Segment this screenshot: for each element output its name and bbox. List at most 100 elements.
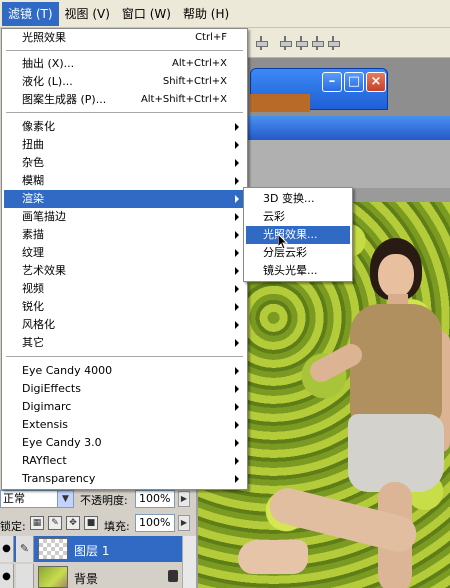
menu-item-artistic[interactable]: 艺术效果 — [4, 262, 245, 280]
lock-brush-icon[interactable]: ✎ — [48, 516, 62, 530]
menu-window[interactable]: 窗口 (W) — [116, 2, 177, 26]
shortcut-label: Alt+Ctrl+X — [172, 58, 227, 69]
layer-row[interactable]: ● 背景 — [0, 564, 182, 588]
submenu-arrow-icon — [235, 339, 239, 347]
menu-separator — [6, 112, 243, 114]
layers-scrollbar[interactable] — [182, 536, 196, 588]
menu-item-transparency[interactable]: Transparency — [4, 470, 245, 488]
menu-item-pattern-maker[interactable]: 图案生成器 (P)... Alt+Shift+Ctrl+X — [4, 91, 245, 109]
document-titlebar — [248, 116, 450, 140]
distribute-left-icon[interactable] — [326, 36, 340, 50]
menu-item-blur[interactable]: 模糊 — [4, 172, 245, 190]
submenu-arrow-icon — [235, 195, 239, 203]
menu-item-brush-strokes[interactable]: 画笔描边 — [4, 208, 245, 226]
distribute-center-icon[interactable] — [294, 36, 308, 50]
lock-transparency-icon[interactable]: ▦ — [30, 516, 44, 530]
opacity-label: 不透明度: — [80, 494, 128, 507]
submenu-item-difference-clouds[interactable]: 分层云彩 — [246, 244, 350, 262]
shortcut-label: Alt+Shift+Ctrl+X — [140, 94, 227, 105]
submenu-arrow-icon — [235, 475, 239, 483]
filter-menu-dropdown: 光照效果 Ctrl+F 抽出 (X)... Alt+Ctrl+X 液化 (L).… — [1, 28, 248, 490]
submenu-item-lighting-effects[interactable]: 光照效果... — [246, 226, 350, 244]
menu-item-other[interactable]: 其它 — [4, 334, 245, 352]
layer-thumbnail — [38, 538, 68, 560]
menu-item-last-filter[interactable]: 光照效果 Ctrl+F — [4, 29, 245, 47]
menu-item-stylize[interactable]: 风格化 — [4, 316, 245, 334]
submenu-arrow-icon — [235, 123, 239, 131]
distribute-bottom-icon[interactable] — [310, 36, 324, 50]
maximize-button[interactable]: □ — [344, 72, 364, 92]
submenu-arrow-icon — [235, 457, 239, 465]
brush-icon: ✎ — [16, 536, 34, 562]
menu-item-noise[interactable]: 杂色 — [4, 154, 245, 172]
blend-mode-value: 正常 — [3, 492, 25, 505]
layer-name: 背景 — [74, 572, 99, 586]
background-window-content — [250, 94, 310, 112]
lock-icon — [168, 570, 178, 582]
visibility-eye-icon[interactable]: ● — [0, 536, 14, 562]
submenu-item-clouds[interactable]: 云彩 — [246, 208, 350, 226]
submenu-arrow-icon — [235, 231, 239, 239]
render-submenu: 3D 变换... 云彩 光照效果... 分层云彩 镜头光晕... — [243, 187, 353, 282]
align-icon[interactable] — [254, 36, 268, 50]
layers-panel: 正常 ▼ 不透明度: 100% ▶ 锁定: ▦ ✎ ✥ ■ 填充: 100% ▶… — [0, 488, 198, 588]
close-button[interactable]: × — [366, 72, 386, 92]
submenu-arrow-icon — [235, 141, 239, 149]
layer-thumbnail — [38, 566, 68, 588]
menu-item-extract[interactable]: 抽出 (X)... Alt+Ctrl+X — [4, 55, 245, 73]
menu-item-liquify[interactable]: 液化 (L)... Shift+Ctrl+X — [4, 73, 245, 91]
menu-item-digieffects[interactable]: DigiEffects — [4, 380, 245, 398]
shortcut-label: Shift+Ctrl+X — [162, 76, 227, 87]
lock-label: 锁定: — [0, 520, 26, 533]
fill-input[interactable]: 100% — [135, 514, 175, 532]
submenu-arrow-icon — [235, 249, 239, 257]
menu-item-digimarc[interactable]: Digimarc — [4, 398, 245, 416]
distribute-top-icon[interactable] — [278, 36, 292, 50]
submenu-arrow-icon — [235, 213, 239, 221]
menu-item-pixelate[interactable]: 像素化 — [4, 118, 245, 136]
mouse-cursor-icon — [278, 234, 288, 250]
opacity-slider-button[interactable]: ▶ — [178, 491, 190, 507]
menu-item-video[interactable]: 视频 — [4, 280, 245, 298]
chevron-down-icon[interactable]: ▼ — [57, 491, 73, 507]
fill-label: 填充: — [104, 520, 130, 533]
figure-sweater — [350, 304, 442, 424]
menu-item-eye-candy-3[interactable]: Eye Candy 3.0 — [4, 434, 245, 452]
submenu-arrow-icon — [235, 321, 239, 329]
opacity-input[interactable]: 100% — [135, 490, 175, 508]
submenu-arrow-icon — [235, 177, 239, 185]
menu-filter[interactable]: 滤镜 (T) — [2, 1, 59, 26]
menu-separator — [6, 356, 243, 358]
minimize-button[interactable]: – — [322, 72, 342, 92]
submenu-arrow-icon — [235, 385, 239, 393]
blank-link-cell — [16, 564, 34, 588]
lock-move-icon[interactable]: ✥ — [66, 516, 80, 530]
menu-item-rayflect[interactable]: RAYflect — [4, 452, 245, 470]
menu-item-eye-candy-4000[interactable]: Eye Candy 4000 — [4, 362, 245, 380]
menu-item-render[interactable]: 渲染 — [4, 190, 245, 208]
lock-all-icon[interactable]: ■ — [84, 516, 98, 530]
submenu-item-3d-transform[interactable]: 3D 变换... — [246, 190, 350, 208]
submenu-arrow-icon — [235, 159, 239, 167]
document-frame — [248, 140, 450, 188]
menu-help[interactable]: 帮助 (H) — [177, 2, 235, 26]
submenu-arrow-icon — [235, 403, 239, 411]
blend-mode-select[interactable]: 正常 ▼ — [0, 490, 74, 508]
layer-name: 图层 1 — [74, 544, 110, 558]
figure-skirt — [348, 414, 444, 492]
menu-item-distort[interactable]: 扭曲 — [4, 136, 245, 154]
menu-item-sharpen[interactable]: 锐化 — [4, 298, 245, 316]
fill-slider-button[interactable]: ▶ — [178, 515, 190, 531]
layer-row[interactable]: ● ✎ 图层 1 — [0, 536, 182, 562]
submenu-item-lens-flare[interactable]: 镜头光晕... — [246, 262, 350, 280]
menu-item-extensis[interactable]: Extensis — [4, 416, 245, 434]
menu-bar: 滤镜 (T) 视图 (V) 窗口 (W) 帮助 (H) — [0, 0, 450, 28]
submenu-arrow-icon — [235, 303, 239, 311]
visibility-eye-icon[interactable]: ● — [0, 564, 14, 588]
menu-view[interactable]: 视图 (V) — [59, 2, 116, 26]
menu-item-sketch[interactable]: 素描 — [4, 226, 245, 244]
submenu-arrow-icon — [235, 439, 239, 447]
shortcut-label: Ctrl+F — [195, 32, 227, 43]
figure-foot — [238, 540, 308, 574]
menu-item-texture[interactable]: 纹理 — [4, 244, 245, 262]
